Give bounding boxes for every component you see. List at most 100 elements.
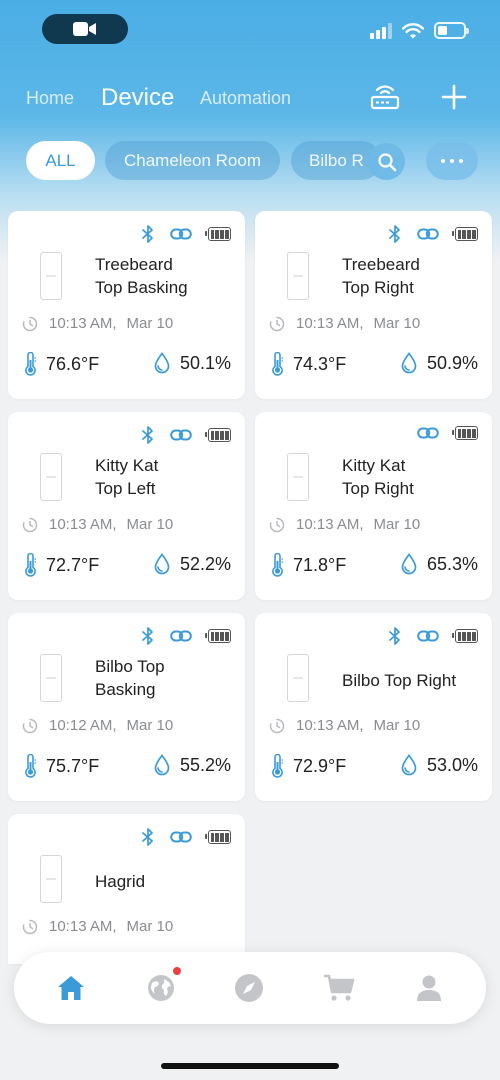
wifi-icon <box>402 22 424 38</box>
device-card[interactable]: Bilbo Top Right 10:13 AM, Mar 10 72.9°F … <box>255 613 492 801</box>
nav-profile[interactable] <box>413 972 445 1004</box>
temperature-reading: 71.8°F <box>270 553 346 577</box>
thermometer-icon <box>25 352 36 376</box>
device-name: Bilbo Top Right <box>342 669 456 692</box>
device-thumbnail <box>40 252 62 300</box>
humidity-reading: 53.0% <box>400 754 478 776</box>
card-status-icons <box>142 225 231 243</box>
device-name-line1: Bilbo Top Right <box>342 671 457 690</box>
bottom-navigation <box>14 952 486 1024</box>
last-updated-time: 10:13 AM, <box>296 516 364 533</box>
temperature-reading: 74.3°F <box>270 352 346 376</box>
cellular-signal-icon <box>370 22 392 39</box>
device-battery-icon <box>452 227 478 241</box>
device-card[interactable]: Treebeard Top Right 10:13 AM, Mar 10 74.… <box>255 211 492 399</box>
last-updated-time: 10:12 AM, <box>49 717 117 734</box>
thermometer-icon <box>25 553 36 577</box>
clock-icon <box>269 718 285 733</box>
device-name-line2: Basking <box>95 680 156 699</box>
temperature-reading: 72.9°F <box>270 754 346 778</box>
humidity-drop-icon <box>154 352 170 374</box>
tab-home[interactable]: Home <box>26 88 74 109</box>
last-updated: 10:12 AM, Mar 10 <box>22 717 173 734</box>
more-options-button[interactable] <box>426 141 478 180</box>
nav-discover[interactable] <box>233 972 265 1004</box>
clock-icon <box>269 517 285 532</box>
last-updated-time: 10:13 AM, <box>49 516 117 533</box>
device-thumbnail <box>287 453 309 501</box>
device-card[interactable]: Treebeard Top Basking 10:13 AM, Mar 10 7… <box>8 211 245 399</box>
device-name-line1: Treebeard <box>342 255 420 274</box>
tab-automation[interactable]: Automation <box>200 88 291 109</box>
last-updated-time: 10:13 AM, <box>49 315 117 332</box>
device-battery-icon <box>205 830 231 844</box>
last-updated-date: Mar 10 <box>373 717 421 734</box>
add-device-icon[interactable] <box>440 83 468 111</box>
compass-icon <box>235 974 263 1002</box>
link-icon <box>417 228 439 240</box>
humidity-drop-icon <box>154 754 170 776</box>
filter-chip-chameleon-room[interactable]: Chameleon Room <box>105 141 280 180</box>
device-name-line2: Top Basking <box>95 278 188 297</box>
device-card[interactable]: Bilbo Top Basking 10:12 AM, Mar 10 75.7°… <box>8 613 245 801</box>
last-updated: 10:13 AM, Mar 10 <box>22 516 173 533</box>
thermometer-icon <box>25 754 36 778</box>
humidity-drop-icon <box>401 553 417 575</box>
link-icon <box>417 630 439 642</box>
link-icon <box>170 831 192 843</box>
home-indicator <box>161 1063 339 1069</box>
nav-home[interactable] <box>55 972 87 1004</box>
bluetooth-icon <box>142 627 153 645</box>
device-thumbnail <box>40 654 62 702</box>
camera-indicator <box>42 14 128 44</box>
card-status-icons <box>417 426 478 440</box>
thermometer-icon <box>272 352 283 376</box>
device-battery-icon <box>205 428 231 442</box>
tab-device[interactable]: Device <box>101 84 174 112</box>
bluetooth-icon <box>389 627 400 645</box>
search-button[interactable] <box>368 143 405 180</box>
device-card[interactable]: Kitty Kat Top Left 10:13 AM, Mar 10 72.7… <box>8 412 245 600</box>
filter-chip-all[interactable]: ALL <box>26 141 95 180</box>
device-card[interactable]: Kitty Kat Top Right 10:13 AM, Mar 10 71.… <box>255 412 492 600</box>
home-icon <box>58 976 84 1000</box>
gateway-hub-icon[interactable] <box>368 82 402 112</box>
nav-shop[interactable] <box>323 972 355 1004</box>
humidity-drop-icon <box>401 352 417 374</box>
bluetooth-icon <box>142 225 153 243</box>
bluetooth-icon <box>142 426 153 444</box>
last-updated: 10:13 AM, Mar 10 <box>269 315 420 332</box>
last-updated-date: Mar 10 <box>126 717 174 734</box>
clock-icon <box>22 517 38 532</box>
humidity-reading: 52.2% <box>153 553 231 575</box>
device-name-line1: Treebeard <box>95 255 173 274</box>
device-name-line1: Bilbo Top <box>95 657 165 676</box>
device-name: Treebeard Top Basking <box>95 253 188 299</box>
device-name-line1: Kitty Kat <box>342 456 406 475</box>
device-name: Bilbo Top Basking <box>95 655 165 701</box>
device-name-line2: Top Right <box>342 278 414 297</box>
bluetooth-icon <box>389 225 400 243</box>
profile-icon <box>417 975 441 1001</box>
humidity-reading: 55.2% <box>153 754 231 776</box>
link-icon <box>170 630 192 642</box>
last-updated: 10:13 AM, Mar 10 <box>269 516 420 533</box>
link-icon <box>417 427 439 439</box>
humidity-reading: 65.3% <box>400 553 478 575</box>
humidity-value: 53.0% <box>426 754 478 775</box>
device-card[interactable]: Hagrid 10:13 AM, Mar 10 <box>8 814 245 964</box>
last-updated-date: Mar 10 <box>126 516 174 533</box>
device-name: Treebeard Top Right <box>342 253 420 299</box>
clock-icon <box>22 919 38 934</box>
nav-explore[interactable] <box>145 967 181 1004</box>
temperature-value: 71.8°F <box>293 554 347 575</box>
status-bar <box>0 0 500 56</box>
temperature-value: 72.7°F <box>46 554 100 575</box>
card-status-icons <box>142 426 231 444</box>
thermometer-icon <box>272 553 283 577</box>
device-name-line2: Top Left <box>95 479 156 498</box>
clock-icon <box>22 316 38 331</box>
link-icon <box>170 228 192 240</box>
device-thumbnail <box>287 654 309 702</box>
last-updated: 10:13 AM, Mar 10 <box>22 918 173 935</box>
